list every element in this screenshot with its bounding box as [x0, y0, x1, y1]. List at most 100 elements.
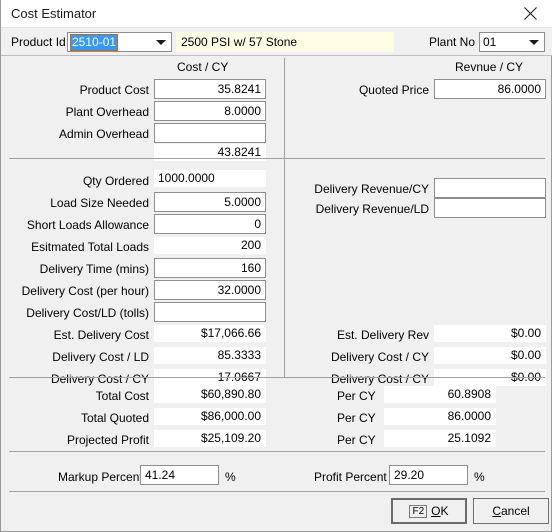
short-loads-allowance-field[interactable]: 0	[154, 214, 266, 234]
projected-profit-field: $25,109.20	[154, 430, 266, 447]
plant-no-value: 01	[483, 35, 497, 49]
total-quoted-per-cy-label: Per CY	[337, 411, 376, 425]
profit-percent-field[interactable]: 29.20	[389, 465, 468, 485]
delivery-revenue-cy-label: Delivery Revenue/CY	[314, 182, 429, 196]
projected-profit-per-cy-field: 25.1092	[384, 430, 496, 447]
plant-overhead-value: 8.0000	[224, 104, 261, 118]
product-id-label: Product Id	[11, 35, 66, 49]
section4-divider	[9, 491, 545, 492]
load-size-needed-value: 5.0000	[224, 195, 261, 209]
est-delivery-rev-field: $0.00	[434, 325, 546, 342]
ok-label-rest: K	[440, 504, 449, 518]
projected-profit-per-cy-amount: 25.1092	[447, 431, 491, 445]
cost-estimator-dialog: Cost Estimator Product Id 2510-01 2500 P…	[0, 0, 552, 532]
delivery-time-value: 160	[240, 261, 261, 275]
product-id-combobox[interactable]: 2510-01	[67, 32, 172, 52]
projected-profit-label: Projected Profit	[66, 433, 149, 447]
section2-vertical-divider	[284, 159, 285, 377]
plant-overhead-field[interactable]: 8.0000	[154, 101, 266, 121]
product-cost-field[interactable]: 35.8241	[154, 79, 266, 99]
qty-ordered-field: 1000.0000	[154, 170, 266, 187]
markup-percent-value: 41.24	[145, 468, 176, 482]
delivery-revenue-ld-label: Delivery Revenue/LD	[315, 202, 429, 216]
total-quoted-per-cy-field: 86.0000	[384, 408, 496, 425]
projected-profit-per-cy-label: Per CY	[337, 433, 376, 447]
chevron-down-icon	[529, 40, 539, 45]
cancel-button[interactable]: Cancel	[473, 498, 549, 524]
est-delivery-cost-value: $17,066.66	[200, 326, 261, 340]
delivery-cost-per-hour-field[interactable]: 32.0000	[154, 280, 266, 300]
plant-no-label: Plant No	[429, 35, 476, 49]
est-delivery-cost-field: $17,066.66	[154, 325, 266, 342]
cost-per-cy-heading: Cost / CY	[177, 60, 229, 74]
profit-percent-suffix: %	[474, 470, 485, 484]
profit-percent-value: 29.20	[394, 468, 425, 482]
est-delivery-rev-value: $0.00	[510, 326, 541, 340]
delivery-time-label: Delivery Time (mins)	[39, 262, 149, 276]
delivery-rev-cost-cy-value-1: $0.00	[510, 348, 541, 362]
section2-divider	[9, 377, 545, 378]
total-quoted-field: $86,000.00	[154, 408, 266, 425]
estimated-total-loads-label: Esitmated Total Loads	[31, 240, 149, 254]
markup-percent-field[interactable]: 41.24	[140, 465, 219, 485]
revenue-per-cy-heading: Revnue / CY	[455, 60, 524, 74]
product-cost-label: Product Cost	[79, 83, 149, 97]
section1-divider	[9, 158, 545, 159]
total-quoted-per-cy-amount: 86.0000	[447, 409, 491, 423]
estimated-total-loads-value: 200	[240, 238, 261, 252]
delivery-revenue-ld-field[interactable]	[434, 198, 546, 218]
ok-shortcut-key: F2	[409, 504, 428, 518]
quoted-price-value: 86.0000	[497, 82, 541, 96]
close-icon[interactable]	[507, 0, 552, 27]
total-cost-field: $60,890.80	[154, 386, 266, 403]
delivery-rev-cost-cy-field-1: $0.00	[434, 347, 546, 364]
plant-no-combobox[interactable]: 01	[479, 32, 545, 52]
qty-ordered-value: 1000.0000	[158, 171, 215, 185]
cancel-button-label: Cancel	[492, 504, 529, 518]
delivery-cost-ld-value: 85.3333	[217, 348, 261, 362]
delivery-cost-ld-label: Delivery Cost / LD	[52, 350, 149, 364]
ok-button-label: OK	[431, 504, 448, 518]
total-quoted-label: Total Quoted	[80, 411, 149, 425]
quoted-price-label: Quoted Price	[358, 83, 429, 97]
product-id-value: 2510-01	[69, 34, 119, 51]
total-cost-per-cy-field: 60.8908	[384, 386, 496, 403]
load-size-needed-field[interactable]: 5.0000	[154, 192, 266, 212]
total-quoted-value: $86,000.00	[200, 409, 261, 423]
delivery-rev-cost-cy-label-2: Delivery Cost / CY	[330, 372, 429, 386]
section3-divider	[9, 451, 545, 452]
cancel-label-rest: ancel	[500, 504, 530, 518]
quoted-price-field[interactable]: 86.0000	[434, 79, 546, 99]
delivery-cost-ld-tolls-field[interactable]	[154, 302, 266, 322]
ok-label-mnemonic: O	[431, 504, 441, 518]
delivery-revenue-cy-field[interactable]	[434, 178, 546, 198]
delivery-cost-ld-tolls-label: Delivery Cost/LD (tolls)	[26, 306, 149, 320]
ok-button[interactable]: F2 OK	[391, 498, 467, 524]
cancel-label-mnemonic: C	[492, 504, 501, 518]
chevron-down-icon	[156, 40, 166, 45]
load-size-needed-label: Load Size Needed	[50, 196, 149, 210]
section1-vertical-divider	[284, 58, 285, 158]
admin-overhead-label: Admin Overhead	[58, 127, 149, 141]
total-cost-label: Total Cost	[95, 389, 149, 403]
delivery-cost-ld-field: 85.3333	[154, 347, 266, 364]
short-loads-allowance-label: Short Loads Allowance	[26, 218, 149, 232]
page-title: Cost Estimator	[11, 6, 97, 21]
qty-ordered-label: Qty Ordered	[82, 174, 149, 188]
markup-percent-label: Markup Percent	[58, 470, 143, 484]
selector-row: Product Id 2510-01 2500 PSI w/ 57 Stone …	[1, 28, 552, 56]
total-cost-value: $60,890.80	[200, 387, 261, 401]
est-delivery-cost-label: Est. Delivery Cost	[53, 328, 149, 342]
product-cost-value: 35.8241	[217, 82, 261, 96]
admin-overhead-field[interactable]	[154, 123, 266, 143]
title-bar: Cost Estimator	[1, 0, 552, 28]
product-description-value: 2500 PSI w/ 57 Stone	[181, 35, 298, 49]
estimated-total-loads-field: 200	[154, 237, 266, 254]
delivery-cost-per-hour-value: 32.0000	[217, 283, 261, 297]
projected-profit-value: $25,109.20	[200, 431, 261, 445]
plant-overhead-label: Plant Overhead	[65, 105, 149, 119]
delivery-rev-cost-cy-label-1: Delivery Cost / CY	[330, 350, 429, 364]
delivery-time-field[interactable]: 160	[154, 258, 266, 278]
short-loads-allowance-value: 0	[254, 217, 261, 231]
delivery-cost-per-hour-label: Delivery Cost (per hour)	[21, 284, 149, 298]
